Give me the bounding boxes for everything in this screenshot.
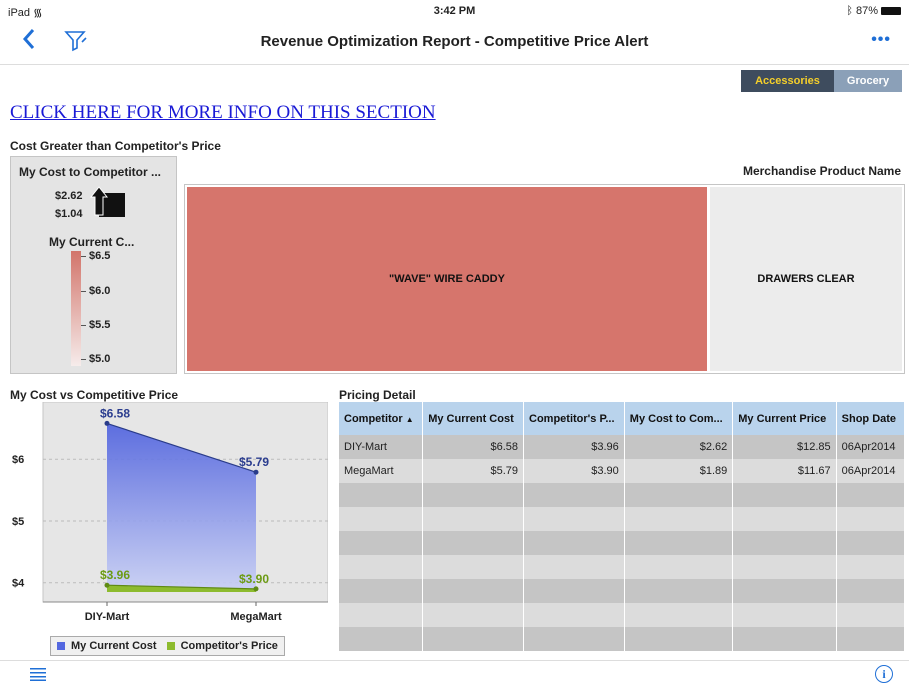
size-legend-min: $1.04 [55, 208, 83, 220]
y-tick-label: $4 [12, 578, 25, 590]
bottom-toolbar: i [0, 660, 909, 686]
table-row-empty [339, 555, 906, 579]
x-tick-label: DIY-Mart [85, 611, 130, 623]
table-section-title: Pricing Detail [339, 388, 416, 402]
table-row[interactable]: MegaMart $5.79 $3.90 $1.89 $11.67 06Apr2… [339, 459, 906, 483]
more-info-link[interactable]: CLICK HERE FOR MORE INFO ON THIS SECTION [10, 102, 436, 124]
table-cell: DIY-Mart [339, 435, 424, 459]
table-cell: $1.89 [624, 459, 734, 483]
color-legend-tick: $5.5 [89, 319, 111, 331]
color-legend-tick: $6.0 [89, 285, 111, 297]
table-row[interactable]: DIY-Mart $6.58 $3.96 $2.62 $12.85 06Apr2… [339, 435, 906, 459]
y-tick-label: $6 [12, 454, 24, 466]
data-point [253, 469, 259, 475]
legend-swatch-my-current-cost [57, 642, 65, 650]
table-row-empty [339, 483, 906, 507]
status-bar: iPad ᯾ 3:42 PM ᛒ 87% [0, 0, 909, 22]
battery-status: ᛒ 87% [846, 5, 901, 17]
size-legend-max: $2.62 [55, 190, 83, 202]
bluetooth-icon: ᛒ [846, 5, 853, 17]
data-point [253, 586, 259, 592]
list-icon [30, 668, 46, 681]
color-legend-tick: $6.5 [89, 250, 111, 262]
category-segmented-control: Accessories Grocery [741, 70, 902, 92]
sort-ascending-icon: ▲ [405, 414, 414, 424]
table-cell: 06Apr2014 [836, 435, 906, 459]
data-label: $3.96 [100, 568, 130, 582]
size-legend-icon [89, 186, 125, 217]
data-point [104, 582, 110, 588]
list-view-button[interactable] [30, 667, 46, 686]
info-button[interactable]: i [875, 665, 893, 683]
column-header[interactable]: Competitor's P... [523, 402, 625, 435]
column-header-competitor[interactable]: Competitor ▲ [339, 402, 424, 435]
table-cell: $6.58 [422, 435, 524, 459]
data-label: $3.90 [239, 572, 269, 586]
table-row-empty [339, 531, 906, 555]
treemap-section-title: Cost Greater than Competitor's Price [10, 139, 221, 153]
navigation-bar: Revenue Optimization Report - Competitiv… [0, 22, 909, 65]
pricing-detail-table: Competitor ▲ My Current Cost Competitor'… [339, 402, 906, 658]
color-legend-tick: $5.0 [89, 353, 111, 365]
size-legend-title: My Cost to Competitor ... [19, 165, 161, 179]
cost-vs-price-chart: $6 $5 $4 $6.58 $5.79 $3.96 $3.90 DIY-Mart Mega… [10, 401, 329, 660]
treemap-tile-drawers-clear[interactable]: DRAWERS CLEAR [710, 187, 902, 371]
legend-label: My Current Cost [71, 640, 157, 652]
legend-label: Competitor's Price [180, 640, 278, 652]
table-cell: $11.67 [732, 459, 837, 483]
table-row-empty [339, 579, 906, 603]
segment-accessories[interactable]: Accessories [741, 70, 834, 92]
color-legend-title: My Current C... [49, 235, 135, 249]
table-row-empty [339, 627, 906, 651]
treemap-tile-wave-wire-caddy[interactable]: "WAVE" WIRE CADDY [187, 187, 707, 371]
table-cell: 06Apr2014 [836, 459, 906, 483]
battery-icon [881, 7, 901, 15]
info-icon: i [882, 667, 886, 681]
table-cell: $5.79 [422, 459, 524, 483]
table-row-empty [339, 507, 906, 531]
column-header[interactable]: Shop Date [836, 402, 906, 435]
y-tick-label: $5 [12, 516, 24, 528]
column-header[interactable]: My Current Cost [422, 402, 524, 435]
column-header[interactable]: My Cost to Com... [624, 402, 734, 435]
table-header-row: Competitor ▲ My Current Cost Competitor'… [339, 402, 906, 435]
column-header[interactable]: My Current Price [732, 402, 837, 435]
table-row-empty [339, 603, 906, 627]
chart-section-title: My Cost vs Competitive Price [10, 388, 179, 402]
segment-grocery[interactable]: Grocery [834, 70, 902, 92]
treemap-legend: My Cost to Competitor ... $2.62 $1.04 My… [10, 156, 177, 374]
table-cell: $3.90 [523, 459, 625, 483]
color-legend-gradient [71, 251, 81, 366]
x-tick-label: MegaMart [230, 611, 282, 623]
table-cell: MegaMart [339, 459, 424, 483]
legend-swatch-competitor-price [166, 642, 175, 650]
data-point [104, 420, 110, 426]
clock: 3:42 PM [433, 5, 476, 17]
table-cell: $12.85 [732, 435, 837, 459]
more-options-button[interactable]: ••• [871, 31, 891, 49]
page-title: Revenue Optimization Report - Competitiv… [260, 33, 649, 50]
data-label: $5.79 [239, 455, 269, 469]
treemap: "WAVE" WIRE CADDY DRAWERS CLEAR [184, 184, 905, 374]
table-cell: $2.62 [624, 435, 734, 459]
table-cell: $3.96 [523, 435, 625, 459]
data-label: $6.58 [100, 406, 130, 420]
treemap-header: Merchandise Product Name [742, 164, 901, 178]
chart-legend: My Current Cost Competitor's Price [50, 636, 285, 656]
chart-svg: $6 $5 $4 $6.58 $5.79 $3.96 $3.90 DIY-Mart Mega… [12, 401, 329, 623]
